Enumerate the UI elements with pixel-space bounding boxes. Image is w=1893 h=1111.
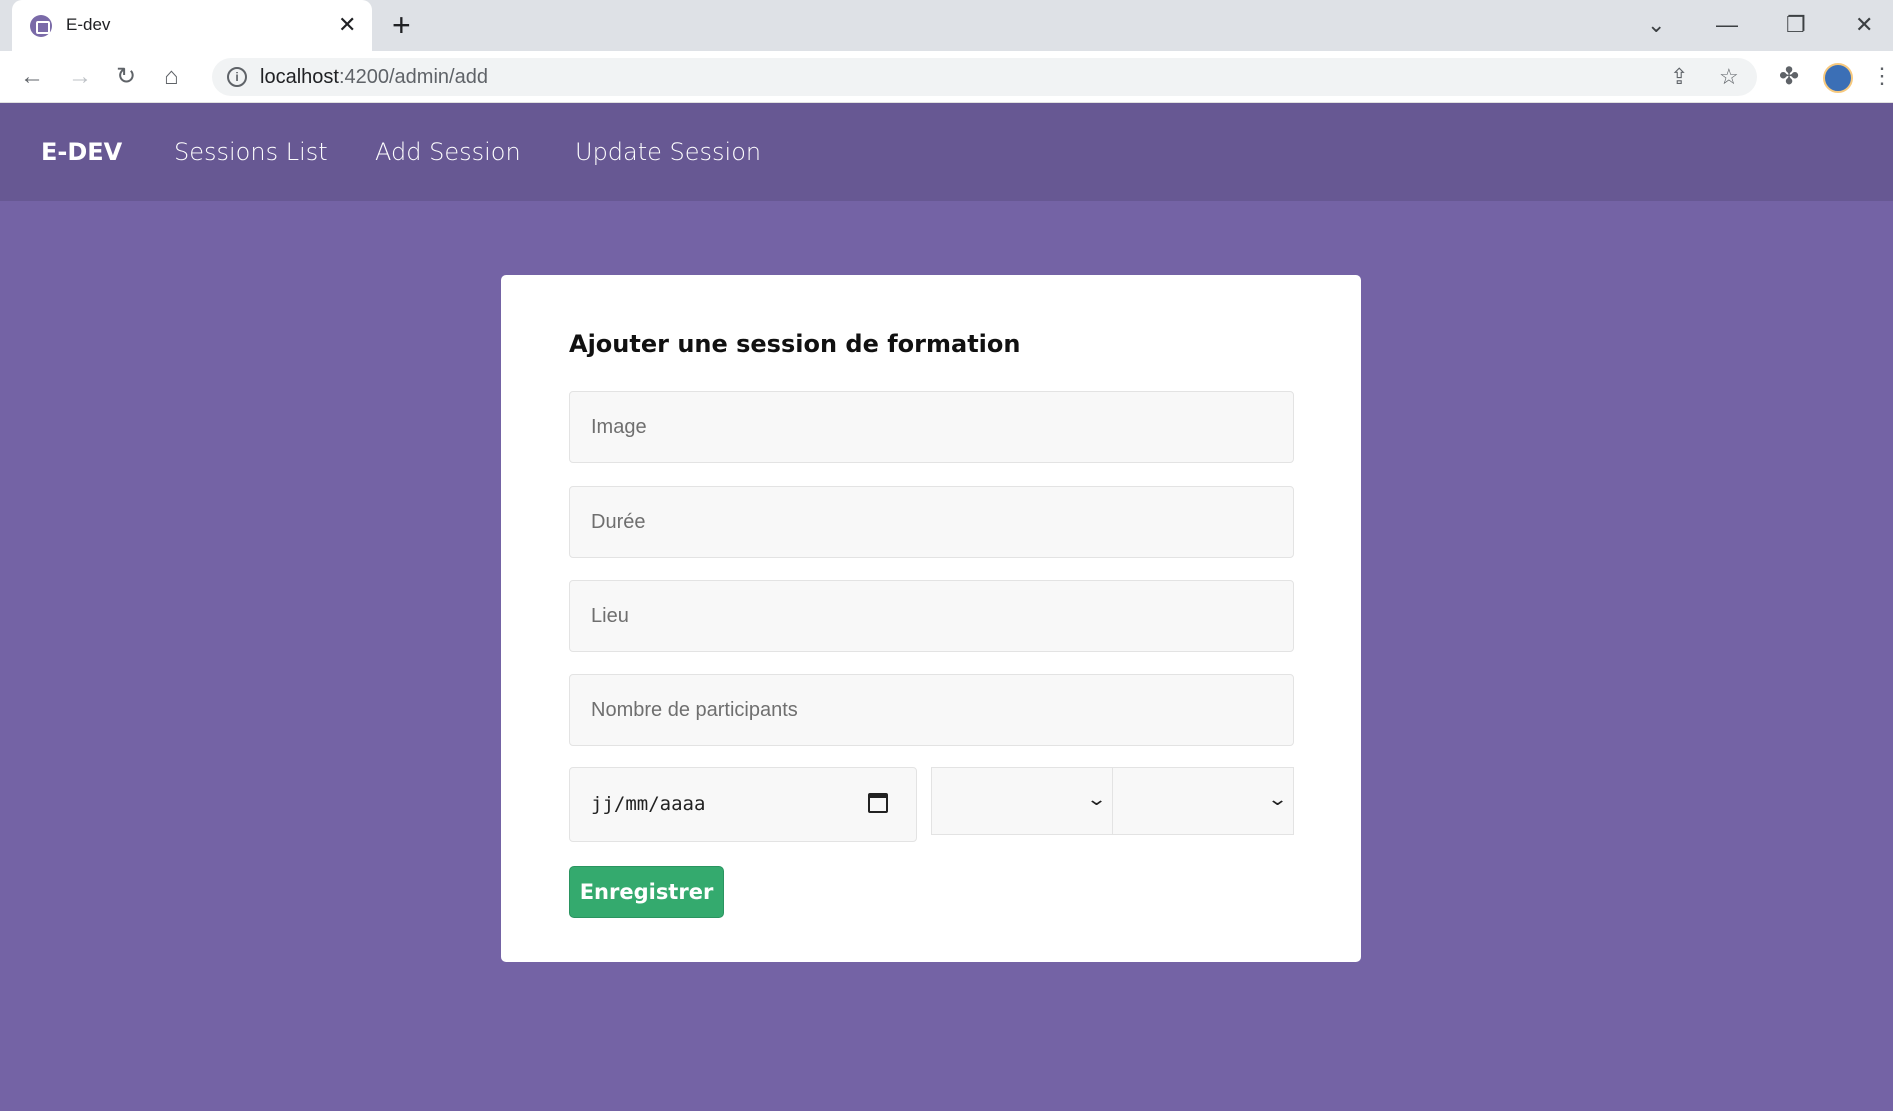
date-input[interactable]: jj/mm/aaaa: [569, 767, 917, 842]
browser-toolbar: ← → ↻ ⌂ i localhost:4200/admin/add ⇪ ☆ ✤…: [0, 51, 1893, 103]
minimize-icon[interactable]: —: [1716, 12, 1738, 38]
date-placeholder: jj/mm/aaaa: [591, 793, 706, 815]
image-input[interactable]: [569, 391, 1294, 463]
share-icon[interactable]: ⇪: [1670, 64, 1688, 90]
chevron-down-icon: ⌄: [1085, 789, 1108, 810]
add-session-card: Ajouter une session de formation jj/mm/a…: [501, 275, 1361, 962]
close-tab-icon[interactable]: ✕: [338, 12, 356, 38]
browser-tab-bar: E-dev ✕ + ⌄ — ❐ ✕: [0, 0, 1893, 51]
bookmark-star-icon[interactable]: ☆: [1719, 64, 1739, 90]
site-info-icon[interactable]: i: [227, 67, 247, 87]
menu-icon[interactable]: ⋮: [1871, 62, 1893, 90]
profile-avatar[interactable]: [1823, 63, 1853, 93]
nav-sessions-list[interactable]: Sessions List: [174, 138, 328, 166]
calendar-icon[interactable]: [868, 793, 888, 813]
chevron-down-icon: ⌄: [1266, 789, 1289, 810]
forward-icon[interactable]: →: [68, 63, 92, 91]
duree-input[interactable]: [569, 486, 1294, 558]
tab-title: E-dev: [66, 15, 111, 34]
close-window-icon[interactable]: ✕: [1855, 12, 1873, 38]
select-one[interactable]: ⌄: [931, 767, 1113, 835]
favicon-icon: [30, 15, 52, 37]
nav-add-session[interactable]: Add Session: [375, 138, 521, 166]
address-bar[interactable]: i localhost:4200/admin/add ⇪ ☆: [212, 58, 1757, 96]
restore-icon[interactable]: ❐: [1786, 12, 1806, 38]
participants-input[interactable]: [569, 674, 1294, 746]
new-tab-icon[interactable]: +: [392, 9, 411, 41]
lieu-input[interactable]: [569, 580, 1294, 652]
brand-logo[interactable]: E-DEV: [41, 138, 122, 166]
extensions-icon[interactable]: ✤: [1779, 63, 1799, 91]
home-icon[interactable]: ⌂: [164, 63, 179, 91]
back-icon[interactable]: ←: [20, 63, 44, 91]
form-title: Ajouter une session de formation: [569, 330, 1021, 358]
reload-icon[interactable]: ↻: [116, 63, 136, 91]
save-button[interactable]: Enregistrer: [569, 866, 724, 918]
select-two[interactable]: ⌄: [1112, 767, 1294, 835]
app-navbar: E-DEV Sessions List Add Session Update S…: [0, 103, 1893, 201]
browser-tab[interactable]: E-dev ✕: [12, 0, 372, 51]
nav-update-session[interactable]: Update Session: [575, 138, 761, 166]
tab-search-icon[interactable]: ⌄: [1647, 12, 1665, 38]
url-text: localhost:4200/admin/add: [260, 66, 488, 88]
